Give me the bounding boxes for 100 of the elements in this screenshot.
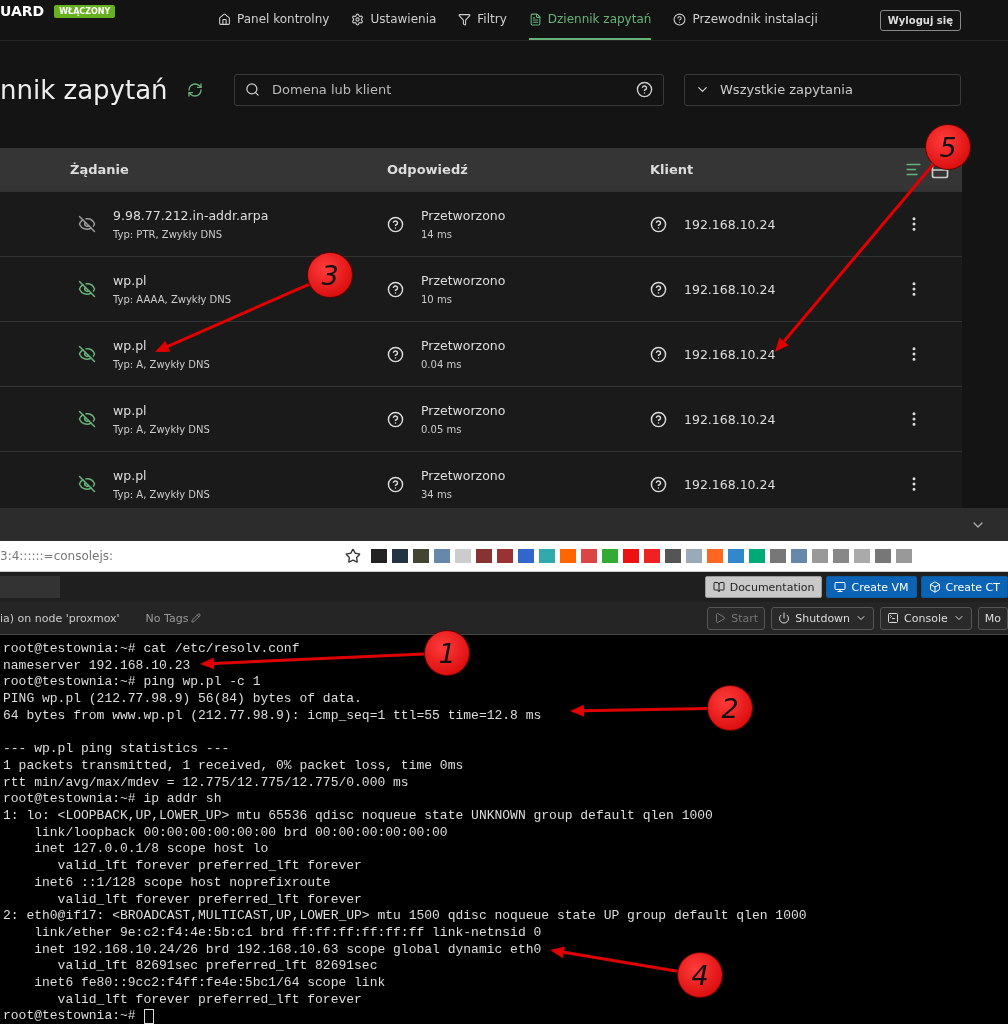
column-header: Odpowiedź: [387, 162, 469, 177]
play-icon: [714, 612, 727, 624]
help-icon[interactable]: [387, 410, 404, 428]
nav-tab[interactable]: Filtry: [458, 0, 507, 40]
book-icon: [712, 581, 725, 593]
callout-number: 5: [925, 124, 971, 170]
terminal-line: valid_lft forever preferred_lft forever: [56, 891, 362, 909]
help-icon[interactable]: [387, 280, 404, 298]
pencil-icon: [191, 613, 202, 623]
page-title: nnik zapytań: [0, 74, 169, 105]
document-icon: [528, 12, 542, 26]
help-icon[interactable]: [387, 215, 404, 233]
terminal-line: 1 packets transmitted, 1 received, 0% packet loss, time 0ms: [3, 757, 464, 775]
terminal-line: root@testownia:~# ping wp.pl -c 1: [3, 674, 261, 692]
terminal-line: --- wp.pl ping statistics ---: [3, 741, 230, 758]
response-time: 10 ms: [421, 294, 453, 305]
nav-tab[interactable]: Panel kontrolny: [218, 0, 330, 40]
terminal-line: inet 192.168.10.24/26 brd 192.168.10.63 scope global dynamic eth0: [33, 941, 542, 959]
cursor-icon: [143, 1009, 154, 1024]
terminal-line: inet 127.0.0.1/8 scope host lo: [33, 841, 269, 859]
tags-label[interactable]: No Tags: [145, 611, 202, 625]
client-ip: 192.168.10.24: [684, 346, 776, 362]
query-type: Typ: A, Zwykły DNS: [113, 489, 210, 500]
terminal-line: valid_lft forever preferred_lft forever: [56, 858, 362, 875]
nav-tab[interactable]: Przewodnik instalacji: [673, 0, 818, 40]
filter-dropdown[interactable]: Wszystkie zapytania: [684, 73, 961, 106]
domain-text: wp.pl: [113, 403, 148, 418]
status-text: Przetworzono: [421, 208, 506, 223]
status-text: Przetworzono: [421, 403, 506, 418]
status-text: Przetworzono: [421, 273, 506, 288]
power-icon: [778, 612, 791, 624]
query-type: Typ: AAAA, Zwykły DNS: [113, 294, 232, 305]
help-icon[interactable]: [650, 215, 667, 233]
client-ip: 192.168.10.24: [684, 411, 776, 427]
filter-icon: [458, 12, 472, 26]
logout-button[interactable]: Wyloguj się: [879, 9, 961, 31]
terminal-line: PING wp.pl (212.77.98.9) 56(84) bytes of data.: [3, 691, 362, 708]
help-icon[interactable]: [650, 280, 667, 298]
terminal-line: inet6 ::1/128 scope host noprefixroute: [33, 874, 331, 892]
eye-off-icon[interactable]: [78, 280, 96, 298]
help-icon: [673, 12, 687, 26]
vm-title: ia) on node 'proxmox': [0, 611, 120, 625]
eye-off-icon[interactable]: [78, 475, 96, 493]
domain-text: wp.pl: [113, 273, 148, 288]
address-bar[interactable]: 3:4::::::=consolejs:: [0, 549, 345, 563]
action-button[interactable]: Shutdown: [771, 606, 875, 630]
search-input[interactable]: Domena lub klient: [270, 81, 626, 98]
gear-icon: [351, 12, 365, 26]
terminal-line: root@testownia:~#: [3, 1008, 136, 1024]
help-icon[interactable]: [650, 475, 667, 493]
eye-off-icon[interactable]: [78, 345, 96, 363]
nav-tab[interactable]: Ustawienia: [351, 0, 437, 40]
terminal-console[interactable]: [0, 635, 1008, 1024]
response-time: 0.04 ms: [421, 359, 463, 370]
eye-off-icon[interactable]: [78, 215, 96, 233]
terminal-line: valid_lft 82691sec preferred_lft 82691sec: [56, 958, 378, 976]
response-time: 14 ms: [421, 229, 453, 240]
query-type: Typ: A, Zwykły DNS: [113, 359, 210, 370]
client-ip: 192.168.10.24: [684, 216, 776, 232]
column-header: Żądanie: [70, 162, 130, 177]
terminal-line: 64 bytes from www.wp.pl (212.77.98.9): icmp_seq=1 ttl=55 time=12.8 ms: [3, 707, 542, 725]
terminal-line: link/ether 9e:c2:f4:4e:5b:c1 brd ff:ff:ff:ff:ff:ff link-netnsid 0: [33, 924, 542, 942]
domain-text: wp.pl: [113, 468, 148, 483]
terminal-icon: [887, 612, 900, 624]
terminal-line: root@testownia:~# ip addr sh: [3, 791, 222, 808]
terminal-line: 2: eth0@if17: <BROADCAST,MULTICAST,UP,LOWER_UP> mtu 1500 qdisc noqueue state UP group default qlen 1000: [3, 908, 807, 925]
search-icon: [245, 82, 260, 97]
list-view-icon[interactable]: [905, 161, 922, 178]
star-icon[interactable]: [345, 548, 361, 564]
query-type: Typ: PTR, Zwykły DNS: [113, 229, 223, 240]
query-type: Typ: A, Zwykły DNS: [113, 424, 210, 435]
nav-tab[interactable]: Dziennik zapytań: [528, 0, 652, 40]
monitor-icon: [834, 581, 847, 593]
action-button[interactable]: Mo: [977, 606, 1008, 630]
status-text: Przetworzono: [421, 468, 506, 483]
brand-name: UARD: [0, 3, 45, 19]
help-icon[interactable]: [387, 475, 404, 493]
toolbar-button[interactable]: Create CT: [920, 576, 1008, 598]
help-icon[interactable]: [650, 345, 667, 363]
help-icon[interactable]: [387, 345, 404, 363]
help-icon[interactable]: [650, 410, 667, 428]
toolbar-button[interactable]: Create VM: [826, 576, 917, 598]
eye-off-icon[interactable]: [78, 410, 96, 428]
domain-text: 9.98.77.212.in-addr.arpa: [113, 208, 269, 223]
cube-icon: [928, 581, 941, 593]
client-ip: 192.168.10.24: [684, 281, 776, 297]
search-box[interactable]: Domena lub klient: [234, 73, 664, 106]
toolbar-button[interactable]: Documentation: [704, 576, 823, 598]
terminal-line: rtt min/avg/max/mdev = 12.775/12.775/12.775/0.000 ms: [3, 774, 409, 792]
response-time: 0.05 ms: [421, 424, 463, 435]
terminal-line: nameserver 192.168.10.23: [3, 657, 191, 675]
help-icon[interactable]: [636, 81, 653, 98]
terminal-line: inet6 fe80::9cc2:f4ff:fe4e:5bc1/64 scope link: [33, 975, 386, 992]
terminal-line: 1: lo: <LOOPBACK,UP,LOWER_UP> mtu 65536 qdisc noqueue state UNKNOWN group default qlen 1000: [3, 808, 713, 825]
home-icon: [218, 12, 231, 26]
terminal-line: valid_lft forever preferred_lft forever: [56, 991, 362, 1009]
refresh-icon[interactable]: [187, 81, 203, 98]
action-button[interactable]: Console: [880, 606, 972, 630]
status-text: Przetworzono: [421, 338, 506, 353]
column-header: Klient: [650, 162, 695, 177]
